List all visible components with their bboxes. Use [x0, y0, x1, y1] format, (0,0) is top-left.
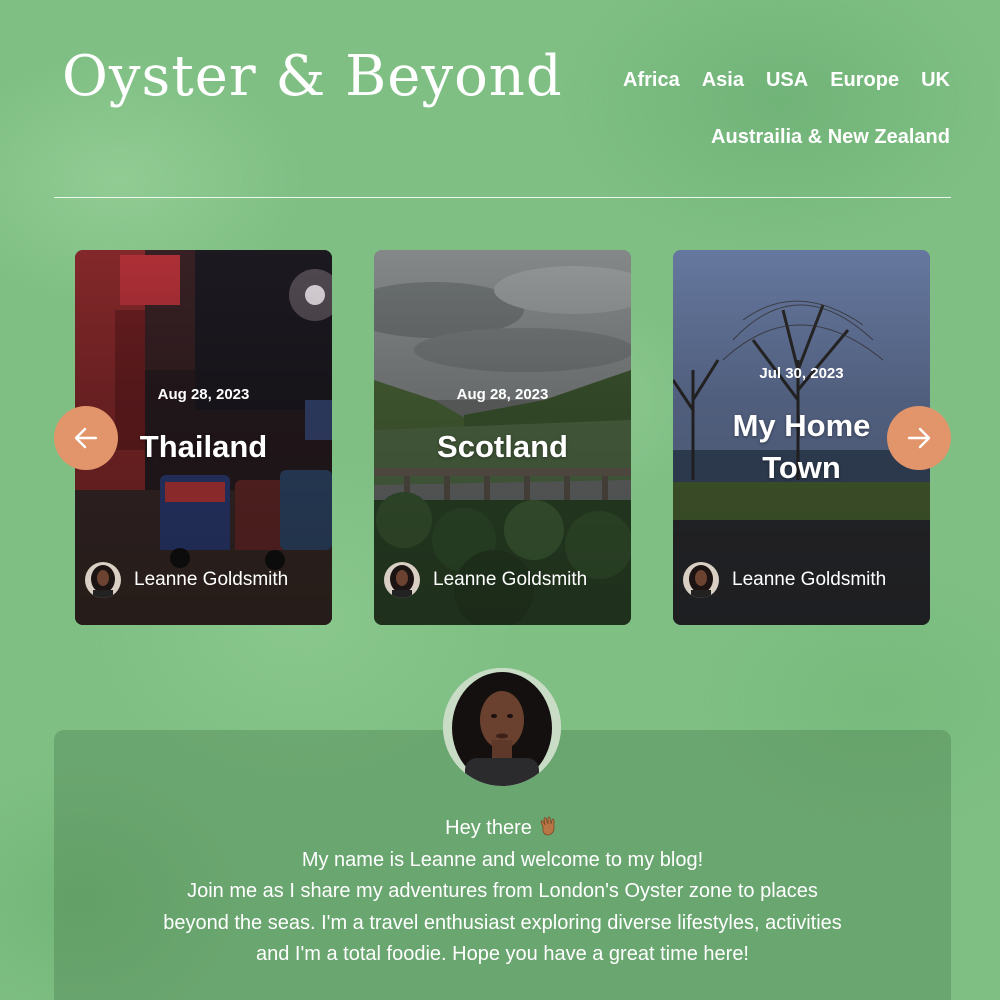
nav-link-uk[interactable]: UK: [921, 69, 950, 92]
arrow-left-icon: [74, 427, 98, 449]
post-date: Aug 28, 2023: [456, 386, 549, 403]
about-line: and I'm a total foodie. Hope you have a …: [255, 943, 749, 965]
site-title[interactable]: Oyster & Beyond: [62, 44, 563, 109]
arrow-right-icon: [907, 427, 931, 449]
carousel-prev-button[interactable]: [54, 406, 118, 470]
nav-link-europe[interactable]: Europe: [830, 69, 899, 92]
author-avatar: [85, 562, 121, 598]
post-card-scotland[interactable]: Aug 28, 2023 Scotland Leanne Goldsmith: [374, 250, 631, 625]
author-name: Leanne Goldsmith: [134, 569, 289, 590]
nav-link-australia-new-zealand[interactable]: Austrailia & New Zealand: [711, 126, 950, 149]
nav-link-asia[interactable]: Asia: [702, 69, 744, 92]
author-name: Leanne Goldsmith: [433, 569, 588, 590]
nav-link-usa[interactable]: USA: [766, 69, 808, 92]
about-line: Join me as I share my adventures from Lo…: [187, 880, 818, 902]
post-author[interactable]: Leanne Goldsmith: [85, 562, 288, 598]
carousel-next-button[interactable]: [887, 406, 951, 470]
main-nav-row2: Austrailia & New Zealand: [711, 126, 950, 149]
about-greeting: Hey there: [445, 817, 532, 839]
author-name: Leanne Goldsmith: [732, 569, 887, 590]
about-greeting-line: Hey there: [54, 813, 951, 845]
nav-link-africa[interactable]: Africa: [623, 69, 680, 92]
header-divider: [54, 197, 951, 198]
about-line: My name is Leanne and welcome to my blog…: [301, 848, 704, 871]
author-avatar: [384, 562, 420, 598]
post-date: Aug 28, 2023: [157, 386, 250, 403]
about-line: beyond the seas. I'm a travel enthusiast…: [163, 911, 842, 934]
profile-avatar: [443, 668, 561, 786]
post-author[interactable]: Leanne Goldsmith: [683, 562, 886, 598]
post-date: Jul 30, 2023: [759, 365, 844, 382]
main-nav: Africa Asia USA Europe UK: [623, 69, 950, 92]
about-text: Hey there My name is Leanne and welcome …: [54, 813, 951, 971]
author-avatar: [683, 562, 719, 598]
waving-hand-icon: [540, 816, 555, 836]
post-title[interactable]: Scotland: [374, 426, 631, 468]
post-author[interactable]: Leanne Goldsmith: [384, 562, 587, 598]
